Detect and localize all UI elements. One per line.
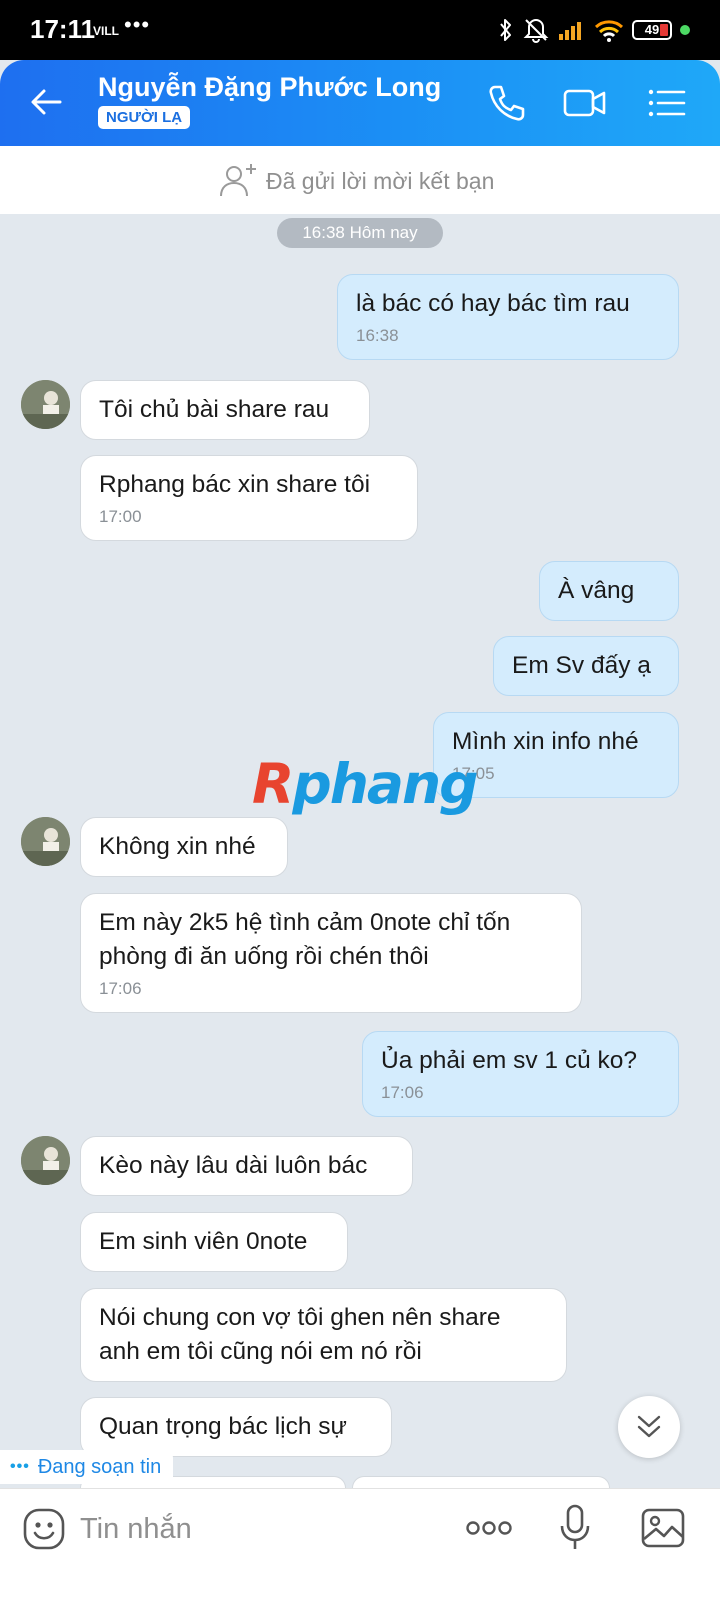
battery-level: 49 — [644, 22, 660, 37]
message-text: Kèo này lâu dài luôn bác — [99, 1152, 368, 1179]
message-bubble-incoming[interactable]: Tôi chủ bài share rau — [80, 380, 370, 440]
contact-name[interactable]: Nguyễn Đặng Phước Long — [98, 72, 441, 103]
message-text: Em Sv đấy ạ — [512, 652, 651, 679]
message-bubble-outgoing[interactable]: Ủa phải em sv 1 củ ko? 17:06 — [362, 1031, 679, 1117]
message-bubble-outgoing[interactable]: À vâng — [539, 561, 679, 621]
message-time: 17:06 — [381, 1083, 424, 1102]
double-chevron-down-icon — [637, 1415, 661, 1438]
message-bubble-incoming[interactable]: Em sinh viên 0note — [80, 1212, 348, 1272]
avatar[interactable] — [21, 1136, 70, 1185]
message-text: là bác có hay bác tìm rau — [356, 290, 630, 317]
friend-request-text: Đã gửi lời mời kết bạn — [266, 168, 495, 194]
avatar[interactable] — [21, 817, 70, 866]
wifi-icon — [594, 20, 624, 42]
message-input-bar — [0, 1488, 720, 1600]
status-more: ••• — [124, 12, 151, 37]
message-time: 17:00 — [99, 507, 142, 526]
mute-icon — [523, 19, 549, 43]
message-text: Tôi chủ bài share rau — [99, 396, 330, 423]
three-dots-icon[interactable] — [464, 1513, 514, 1543]
message-bubble-incoming[interactable]: Nói chung con vợ tôi ghen nên share anh … — [80, 1288, 567, 1382]
message-text: Nói chung con vợ tôi ghen nên share anh … — [99, 1304, 501, 1365]
message-text: Ủa phải em sv 1 củ ko? — [381, 1047, 638, 1074]
message-text: Rphang bác xin share tôi — [99, 471, 371, 498]
message-bubble-incoming[interactable]: Quan trọng bác lịch sự — [80, 1397, 392, 1457]
message-bubble-incoming[interactable]: Em này 2k5 hệ tình cảm 0note chỉ tốn phò… — [80, 893, 582, 1013]
emoji-icon[interactable] — [22, 1507, 66, 1551]
watermark-rest: phang — [292, 752, 478, 816]
video-camera-icon[interactable] — [562, 80, 608, 126]
message-bubble-outgoing[interactable]: là bác có hay bác tìm rau 16:38 — [337, 274, 679, 360]
status-icons: 49 — [498, 16, 690, 44]
add-person-icon — [220, 164, 256, 197]
message-bubble-incoming[interactable]: Kèo này lâu dài luôn bác — [80, 1136, 413, 1196]
message-text: À vâng — [558, 577, 635, 604]
status-green-dot — [680, 25, 690, 35]
message-input[interactable] — [80, 1509, 440, 1549]
message-bubble-outgoing[interactable]: Em Sv đấy ạ — [493, 636, 679, 696]
message-time: 16:38 — [356, 326, 399, 345]
scroll-down-button[interactable] — [618, 1396, 680, 1458]
rphang-watermark-logo: Rphang — [252, 752, 479, 816]
status-bar: 17:11 VILL ••• 49 — [0, 0, 720, 60]
status-time: 17:11 — [30, 14, 96, 44]
phone-icon[interactable] — [484, 80, 530, 126]
message-text: Em này 2k5 hệ tình cảm 0note chỉ tốn phò… — [99, 909, 511, 970]
message-text: Quan trọng bác lịch sự — [99, 1413, 347, 1440]
battery-icon: 49 — [632, 20, 672, 40]
typing-text: Đang soạn tin — [37, 1455, 162, 1478]
status-volte: VILL — [93, 24, 119, 38]
image-icon[interactable] — [640, 1507, 686, 1549]
friend-request-bar: Đã gửi lời mời kết bạn — [0, 146, 720, 214]
list-menu-icon[interactable] — [644, 80, 690, 126]
typing-dots: ••• — [10, 1458, 30, 1475]
microphone-icon[interactable] — [558, 1503, 592, 1553]
message-bubble-incoming[interactable]: Không xin nhé — [80, 817, 288, 877]
message-time: 17:05 — [452, 764, 495, 783]
message-time: 17:06 — [99, 979, 142, 998]
arrow-left-icon[interactable] — [26, 82, 66, 122]
date-separator: 16:38 Hôm nay — [277, 218, 443, 248]
message-bubble-incoming[interactable]: Rphang bác xin share tôi 17:00 — [80, 455, 418, 541]
message-text: Mình xin info nhé — [452, 728, 639, 755]
signal-icon — [559, 22, 581, 40]
message-text: Không xin nhé — [99, 833, 256, 860]
typing-indicator: ••• Đang soạn tin — [0, 1450, 174, 1484]
stranger-badge: NGƯỜI LẠ — [98, 106, 191, 129]
bluetooth-icon — [500, 19, 511, 41]
chat-header: Nguyễn Đặng Phước Long NGƯỜI LẠ — [0, 60, 720, 146]
avatar[interactable] — [21, 380, 70, 429]
watermark-first: R — [252, 752, 294, 816]
message-text: Em sinh viên 0note — [99, 1228, 308, 1255]
